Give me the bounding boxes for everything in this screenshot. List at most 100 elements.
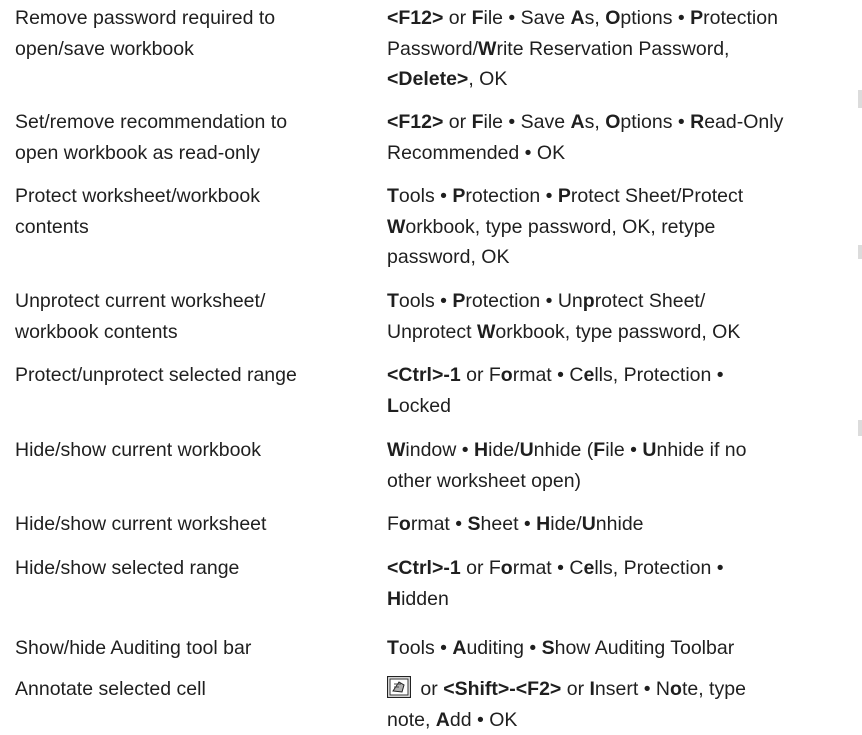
keystroke-sequence: Window • Hide/Unhide (File • Unhide if n… xyxy=(387,435,857,496)
keystroke-text: s, xyxy=(585,7,606,29)
keystroke-text: heet • xyxy=(481,513,537,535)
keystroke-text: te, type xyxy=(682,678,746,700)
task-description: Hide/show current workbook xyxy=(15,435,370,466)
task-line: Protect worksheet/workbook xyxy=(15,181,370,212)
keystroke-text: ools • xyxy=(399,637,452,659)
task-description: Hide/show current worksheet xyxy=(15,509,370,540)
task-line: Hide/show selected range xyxy=(15,553,370,584)
keystroke-text: nhide if no xyxy=(656,439,746,461)
keystroke-text: rite Reservation Password, xyxy=(496,38,729,60)
keystroke-text: ools • xyxy=(399,185,452,207)
keystroke-text: F xyxy=(387,513,399,535)
keystroke-text: s, xyxy=(585,111,606,133)
page-edge-mark xyxy=(858,245,862,259)
keystroke-text: nhide xyxy=(596,513,644,535)
menu-accelerator: W xyxy=(477,321,495,343)
keystroke-text: ide/ xyxy=(488,439,519,461)
menu-accelerator: R xyxy=(690,111,704,133)
keystroke-text: orkbook, type password, OK xyxy=(495,321,740,343)
keystroke-text: ptions • xyxy=(620,111,690,133)
menu-accelerator: A xyxy=(436,709,450,731)
keystroke-text: idden xyxy=(401,588,449,610)
keystroke-sequence: <F12> or File • Save As, Options • Read-… xyxy=(387,107,857,168)
keystroke-line: Workbook, type password, OK, retype xyxy=(387,212,857,243)
keystroke-sequence: <Ctrl>-1 or Format • Cells, Protection •… xyxy=(387,360,857,421)
keystroke-text: Unprotect xyxy=(387,321,477,343)
task-line: Hide/show current workbook xyxy=(15,435,370,466)
menu-accelerator: U xyxy=(642,439,656,461)
menu-accelerator: e xyxy=(583,557,594,579)
menu-accelerator: S xyxy=(468,513,481,535)
menu-accelerator: S xyxy=(542,637,555,659)
keystroke-text: uditing • xyxy=(466,637,541,659)
menu-accelerator: P xyxy=(558,185,571,207)
keystroke-sequence: Tools • Auditing • Show Auditing Toolbar xyxy=(387,633,857,664)
keystroke-line: or <Shift>-<F2> or Insert • Note, type xyxy=(387,674,857,705)
menu-accelerator: <Shift>-<F2> xyxy=(443,678,561,700)
keystroke-line: <Delete>, OK xyxy=(387,64,857,95)
keystroke-line: Recommended • OK xyxy=(387,138,857,169)
keystroke-text: ead-Only xyxy=(704,111,783,133)
keystroke-text: rotection • Un xyxy=(465,290,582,312)
keystroke-text: nsert • N xyxy=(595,678,670,700)
keystroke-text: or xyxy=(561,678,589,700)
menu-accelerator: H xyxy=(387,588,401,610)
keystroke-text: or xyxy=(415,678,443,700)
keystroke-sequence: or <Shift>-<F2> or Insert • Note, typeno… xyxy=(387,674,857,735)
keystroke-line: other worksheet open) xyxy=(387,466,857,497)
menu-accelerator: o xyxy=(501,364,513,386)
menu-accelerator: F xyxy=(472,7,484,29)
task-line: Show/hide Auditing tool bar xyxy=(15,633,370,664)
task-line: Protect/unprotect selected range xyxy=(15,360,370,391)
menu-accelerator: F xyxy=(472,111,484,133)
menu-accelerator: W xyxy=(387,216,405,238)
keystroke-sequence: Tools • Protection • Unprotect Sheet/Unp… xyxy=(387,286,857,347)
keystroke-text: rmat • C xyxy=(513,557,584,579)
menu-accelerator: P xyxy=(452,290,465,312)
keystroke-text: or xyxy=(443,111,471,133)
keystroke-line: Tools • Protection • Unprotect Sheet/ xyxy=(387,286,857,317)
keystroke-line: Window • Hide/Unhide (File • Unhide if n… xyxy=(387,435,857,466)
page-edge-mark xyxy=(858,90,862,108)
menu-accelerator: A xyxy=(452,637,466,659)
menu-accelerator: o xyxy=(399,513,411,535)
menu-accelerator: <F12> xyxy=(387,111,443,133)
keystroke-text: or xyxy=(443,7,471,29)
keystroke-text: lls, Protection • xyxy=(594,364,723,386)
page-edge-mark xyxy=(858,420,862,436)
menu-accelerator: <Ctrl>-1 xyxy=(387,364,461,386)
task-line: Hide/show current worksheet xyxy=(15,509,370,540)
task-description: Set/remove recommendation toopen workboo… xyxy=(15,107,370,168)
task-line: contents xyxy=(15,212,370,243)
keystroke-text: ile • xyxy=(605,439,642,461)
keystroke-text: rmat • xyxy=(411,513,468,535)
keystroke-text: lls, Protection • xyxy=(594,557,723,579)
keystroke-text: rotection • xyxy=(465,185,557,207)
menu-accelerator: T xyxy=(387,637,399,659)
menu-accelerator: W xyxy=(478,38,496,60)
keystroke-line: <Ctrl>-1 or Format • Cells, Protection • xyxy=(387,360,857,391)
keystroke-text: or F xyxy=(461,557,501,579)
keystroke-text: ptions • xyxy=(620,7,690,29)
keystroke-line: Password/Write Reservation Password, xyxy=(387,34,857,65)
keystroke-text: nhide ( xyxy=(534,439,594,461)
keystroke-text: ocked xyxy=(399,395,451,417)
menu-accelerator: O xyxy=(605,7,620,29)
keystroke-sequence: Format • Sheet • Hide/Unhide xyxy=(387,509,857,540)
menu-accelerator: P xyxy=(452,185,465,207)
menu-accelerator: H xyxy=(474,439,488,461)
task-description: Hide/show selected range xyxy=(15,553,370,584)
keystroke-line: Tools • Protection • Protect Sheet/Prote… xyxy=(387,181,857,212)
keystroke-text: Recommended • OK xyxy=(387,142,565,164)
menu-accelerator: O xyxy=(605,111,620,133)
menu-accelerator: U xyxy=(582,513,596,535)
task-line: Set/remove recommendation to xyxy=(15,107,370,138)
keystroke-line: Unprotect Workbook, type password, OK xyxy=(387,317,857,348)
task-description: Protect worksheet/workbookcontents xyxy=(15,181,370,242)
keystroke-text: rotect Sheet/Protect xyxy=(571,185,743,207)
keystroke-sequence: <Ctrl>-1 or Format • Cells, Protection •… xyxy=(387,553,857,614)
keystroke-text: or F xyxy=(461,364,501,386)
keystroke-text: Password/ xyxy=(387,38,478,60)
menu-accelerator: e xyxy=(583,364,594,386)
menu-accelerator: <Ctrl>-1 xyxy=(387,557,461,579)
